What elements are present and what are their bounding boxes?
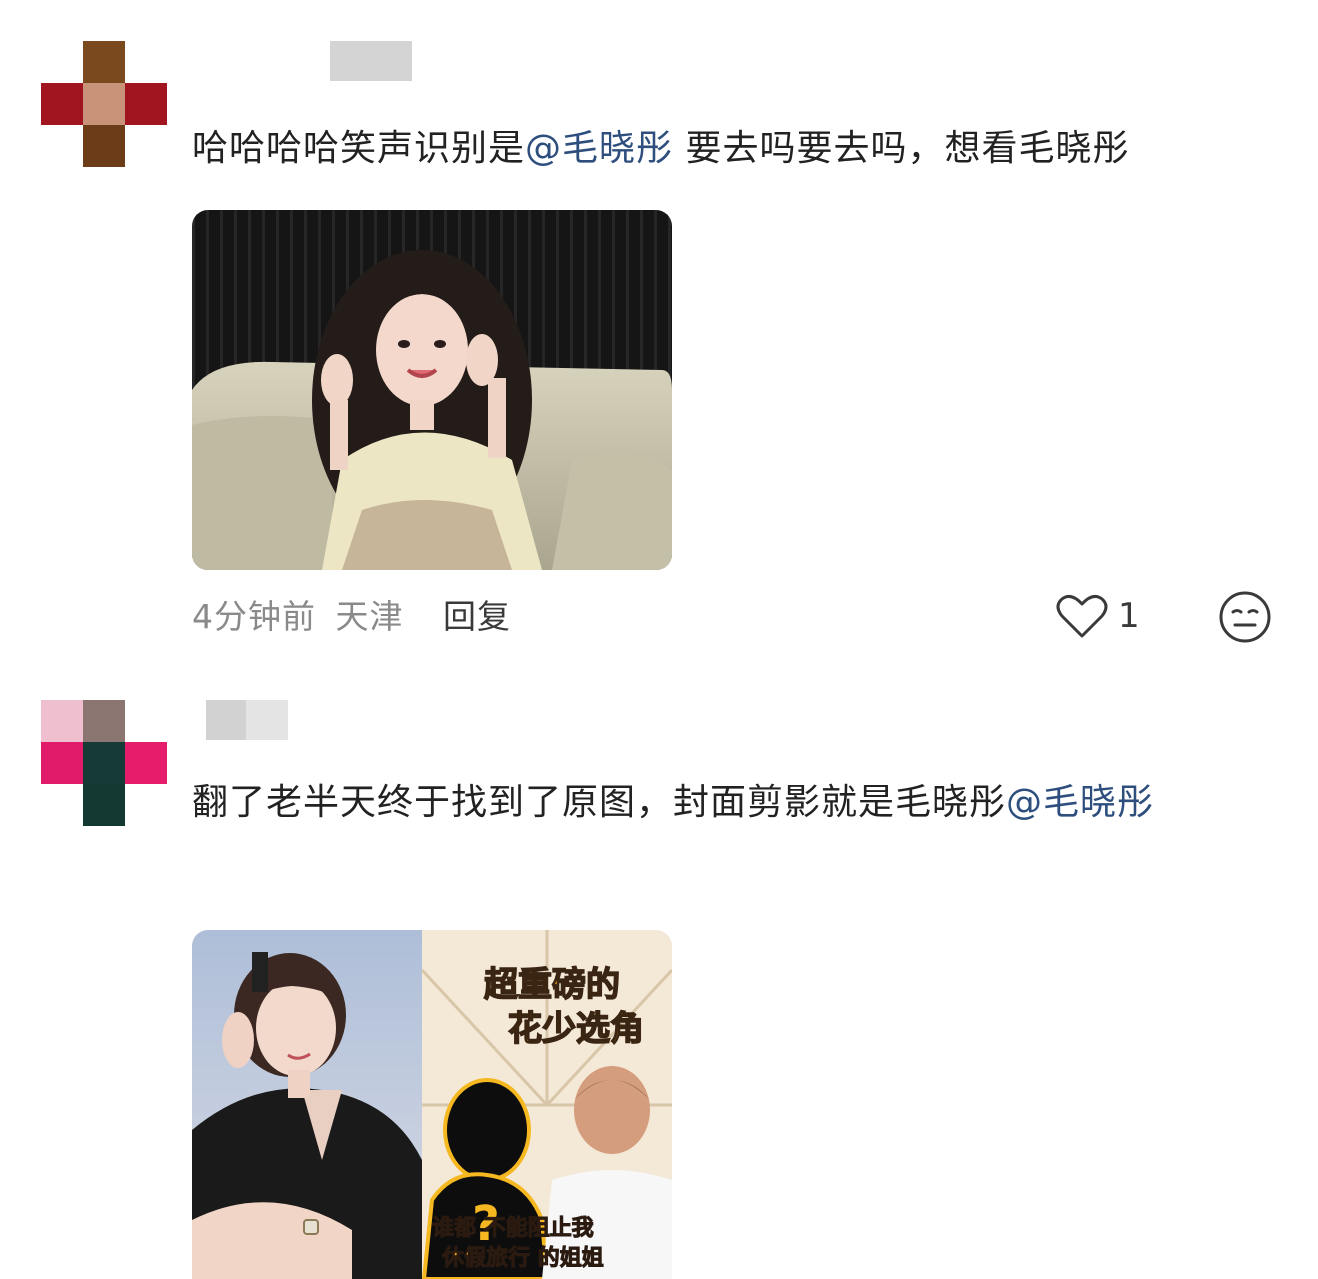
comment-text: 哈哈哈哈笑声识别是@毛晓彤 要去吗要去吗，想看毛晓彤 xyxy=(192,117,1272,181)
comment-body: 哈哈哈哈笑声识别是 xyxy=(192,128,526,169)
avatar[interactable] xyxy=(41,41,167,167)
heart-outline-icon xyxy=(1056,594,1108,638)
comment-image[interactable]: 超重磅的 花少选角 ? 谁都 不能阻止我 休假旅行 的姐姐 xyxy=(192,930,672,1279)
emoji-reaction-button[interactable] xyxy=(1218,590,1272,644)
comment-body: 翻了老半天终于找到了原图，封面剪影就是毛晓彤 xyxy=(192,782,1007,823)
poster-title-mid: 花少选角 xyxy=(508,1009,644,1049)
neutral-face-icon xyxy=(1219,591,1271,643)
poster-title-top: 超重磅的 xyxy=(484,965,620,1005)
poster-caption-2: 休假旅行 的姐姐 xyxy=(441,1245,604,1271)
comment-image[interactable] xyxy=(192,210,672,570)
reply-button[interactable]: 回复 xyxy=(443,597,511,636)
comment-text: 翻了老半天终于找到了原图，封面剪影就是毛晓彤@毛晓彤 xyxy=(192,771,1252,835)
mention-link[interactable]: @毛晓彤 xyxy=(525,128,673,169)
mention-link[interactable]: @毛晓彤 xyxy=(1006,782,1154,823)
like-button[interactable] xyxy=(1056,592,1108,640)
like-count: 1 xyxy=(1118,596,1140,636)
poster-caption-1: 谁都 不能阻止我 xyxy=(432,1215,594,1241)
comment-location: 天津 xyxy=(335,597,404,636)
comment-time: 4分钟前 xyxy=(192,597,316,636)
avatar[interactable] xyxy=(41,700,167,826)
comment-list: 哈哈哈哈笑声识别是@毛晓彤 要去吗要去吗，想看毛晓彤 4分钟前 天津 回复 1 … xyxy=(0,0,1318,1279)
username-blurred[interactable] xyxy=(206,700,288,740)
comment-body-tail: 要去吗要去吗，想看毛晓彤 xyxy=(673,128,1130,169)
comment-meta: 4分钟前 天津 回复 xyxy=(192,590,511,638)
username-blurred[interactable] xyxy=(330,41,412,81)
